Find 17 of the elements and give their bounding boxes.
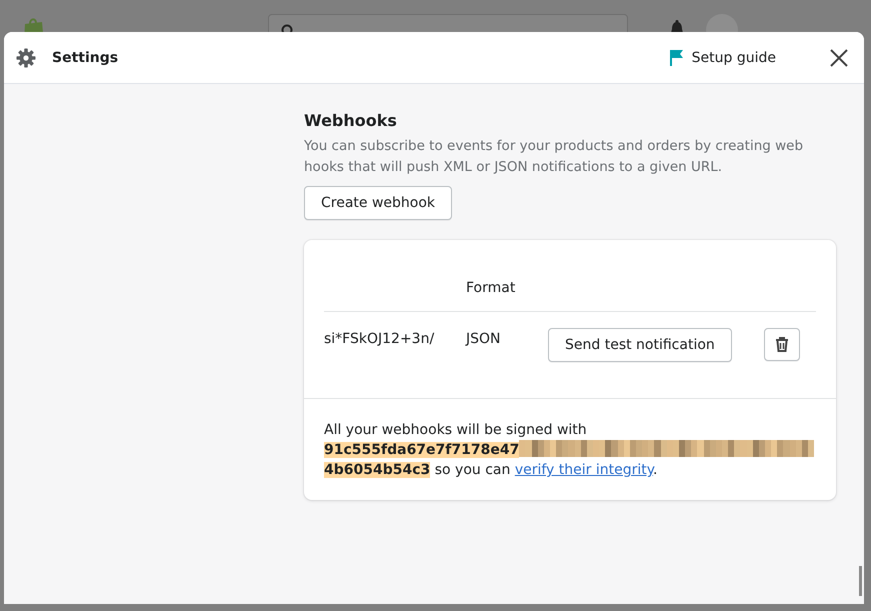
setup-guide-button[interactable]: Setup guide: [670, 48, 776, 66]
send-test-button[interactable]: Send test notification: [548, 328, 732, 362]
close-icon: [830, 48, 848, 66]
create-webhook-button[interactable]: Create webhook: [304, 186, 452, 220]
scrollbar[interactable]: [859, 566, 862, 596]
modal-title: Settings: [52, 50, 120, 66]
trash-icon: [774, 337, 789, 352]
column-header: Format: [466, 280, 516, 298]
table-cell-text: si*FSkOJ12+3n/: [324, 331, 436, 347]
section-description: You can subscribe to events for your products and orders by creating web hooks that will push XML or JSON notifications to a given URL.: [304, 137, 804, 177]
settings-icon: [16, 48, 36, 68]
delete-button[interactable]: [764, 328, 800, 361]
flag-icon: [670, 48, 684, 66]
table-cell-text: JSON: [466, 331, 502, 347]
section-title: Webhooks: [304, 111, 398, 130]
integrity-link[interactable]: verify their integrity: [514, 462, 654, 478]
signature-text: All your webhooks will be signed with 91c555fda67e7f7178e47 4b6054b54c3 so you can verify their integrity.: [324, 420, 816, 480]
